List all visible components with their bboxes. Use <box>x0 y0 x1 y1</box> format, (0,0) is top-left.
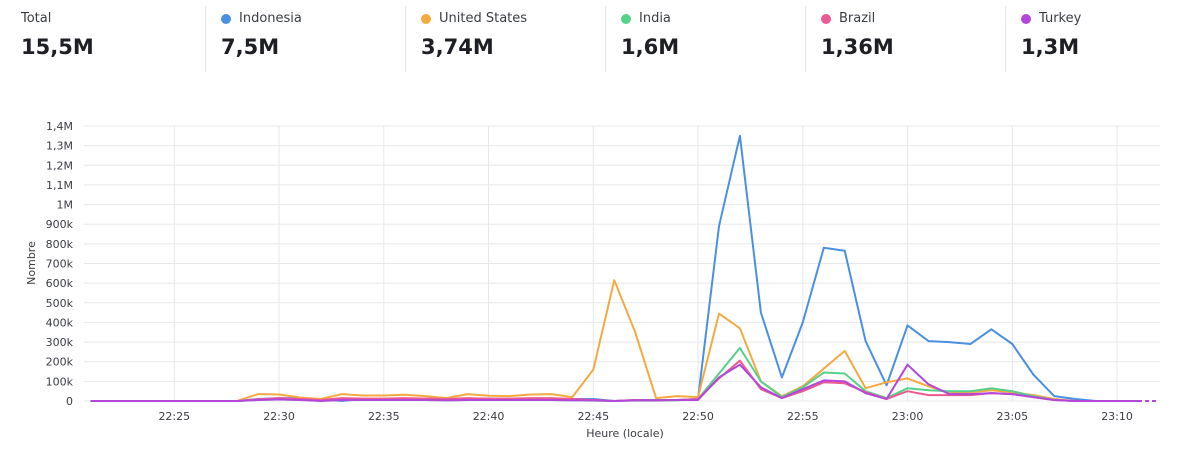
y-tick-label: 200k <box>46 356 74 369</box>
x-tick-label: 23:05 <box>996 410 1028 423</box>
y-axis-ticks: 0 100k 200k 300k 400k 500k 600k 700k 800k 900k 1M 1… <box>46 120 74 408</box>
y-tick-label: 100k <box>46 375 74 388</box>
x-tick-label: 22:40 <box>473 410 505 423</box>
y-tick-label: 0 <box>66 395 73 408</box>
line-chart[interactable]: 0 100k 200k 300k 400k 500k 600k 700k 800k 900k 1M 1… <box>0 0 1195 451</box>
series-line <box>90 359 1138 402</box>
x-tick-label: 22:50 <box>682 410 714 423</box>
x-tick-label: 23:00 <box>892 410 924 423</box>
series-line <box>90 363 1138 402</box>
y-tick-label: 1,2M <box>46 159 73 172</box>
y-tick-label: 1M <box>57 199 74 212</box>
x-tick-label: 22:35 <box>368 410 400 423</box>
series-line <box>90 279 1138 402</box>
y-tick-label: 300k <box>46 336 74 349</box>
chart-grid <box>84 125 1160 402</box>
y-tick-label: 500k <box>46 297 74 310</box>
y-tick-label: 700k <box>46 258 74 271</box>
y-tick-label: 800k <box>46 238 74 251</box>
x-tick-label: 22:55 <box>787 410 819 423</box>
y-tick-label: 400k <box>46 316 74 329</box>
y-tick-label: 900k <box>46 218 74 231</box>
x-tick-label: 22:25 <box>158 410 190 423</box>
x-tick-label: 22:30 <box>263 410 295 423</box>
y-tick-label: 1,4M <box>46 120 73 133</box>
x-axis-ticks: 22:25 22:30 22:35 22:40 22:45 22:50 22:55 23:00… <box>158 410 1132 423</box>
y-axis-label: Nombre <box>25 241 38 285</box>
y-tick-label: 1,1M <box>46 179 73 192</box>
x-axis-label: Heure (locale) <box>586 427 664 440</box>
y-tick-label: 1,3M <box>46 140 73 153</box>
x-tick-label: 22:45 <box>577 410 609 423</box>
y-tick-label: 600k <box>46 277 74 290</box>
x-tick-label: 23:10 <box>1101 410 1133 423</box>
